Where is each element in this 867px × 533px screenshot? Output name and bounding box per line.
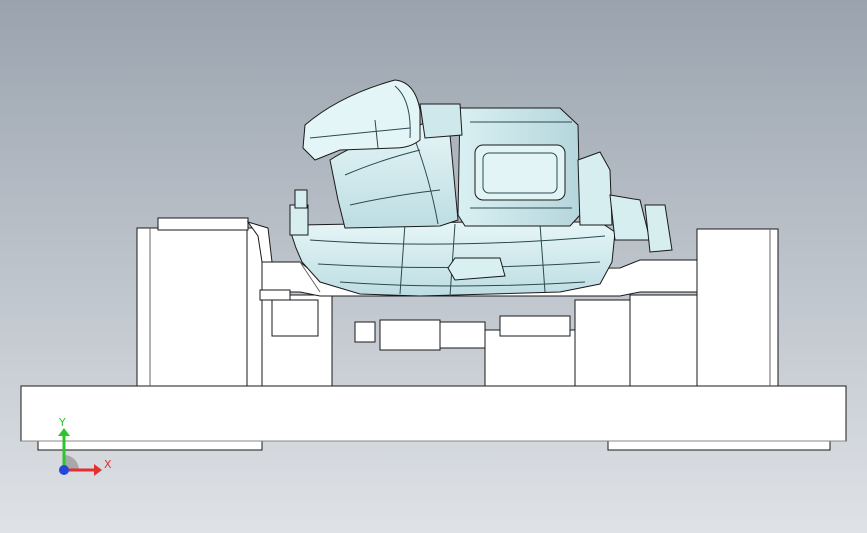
x-axis-arrowhead: [94, 464, 102, 476]
main-part-body[interactable]: [289, 221, 616, 297]
base-plate[interactable]: [20, 385, 847, 451]
cad-viewport[interactable]: Y X: [0, 0, 867, 533]
y-axis-label: Y: [58, 416, 66, 429]
model-view[interactable]: Y X: [0, 0, 867, 533]
z-axis-dot: [59, 465, 69, 475]
x-axis-label: X: [104, 458, 112, 471]
